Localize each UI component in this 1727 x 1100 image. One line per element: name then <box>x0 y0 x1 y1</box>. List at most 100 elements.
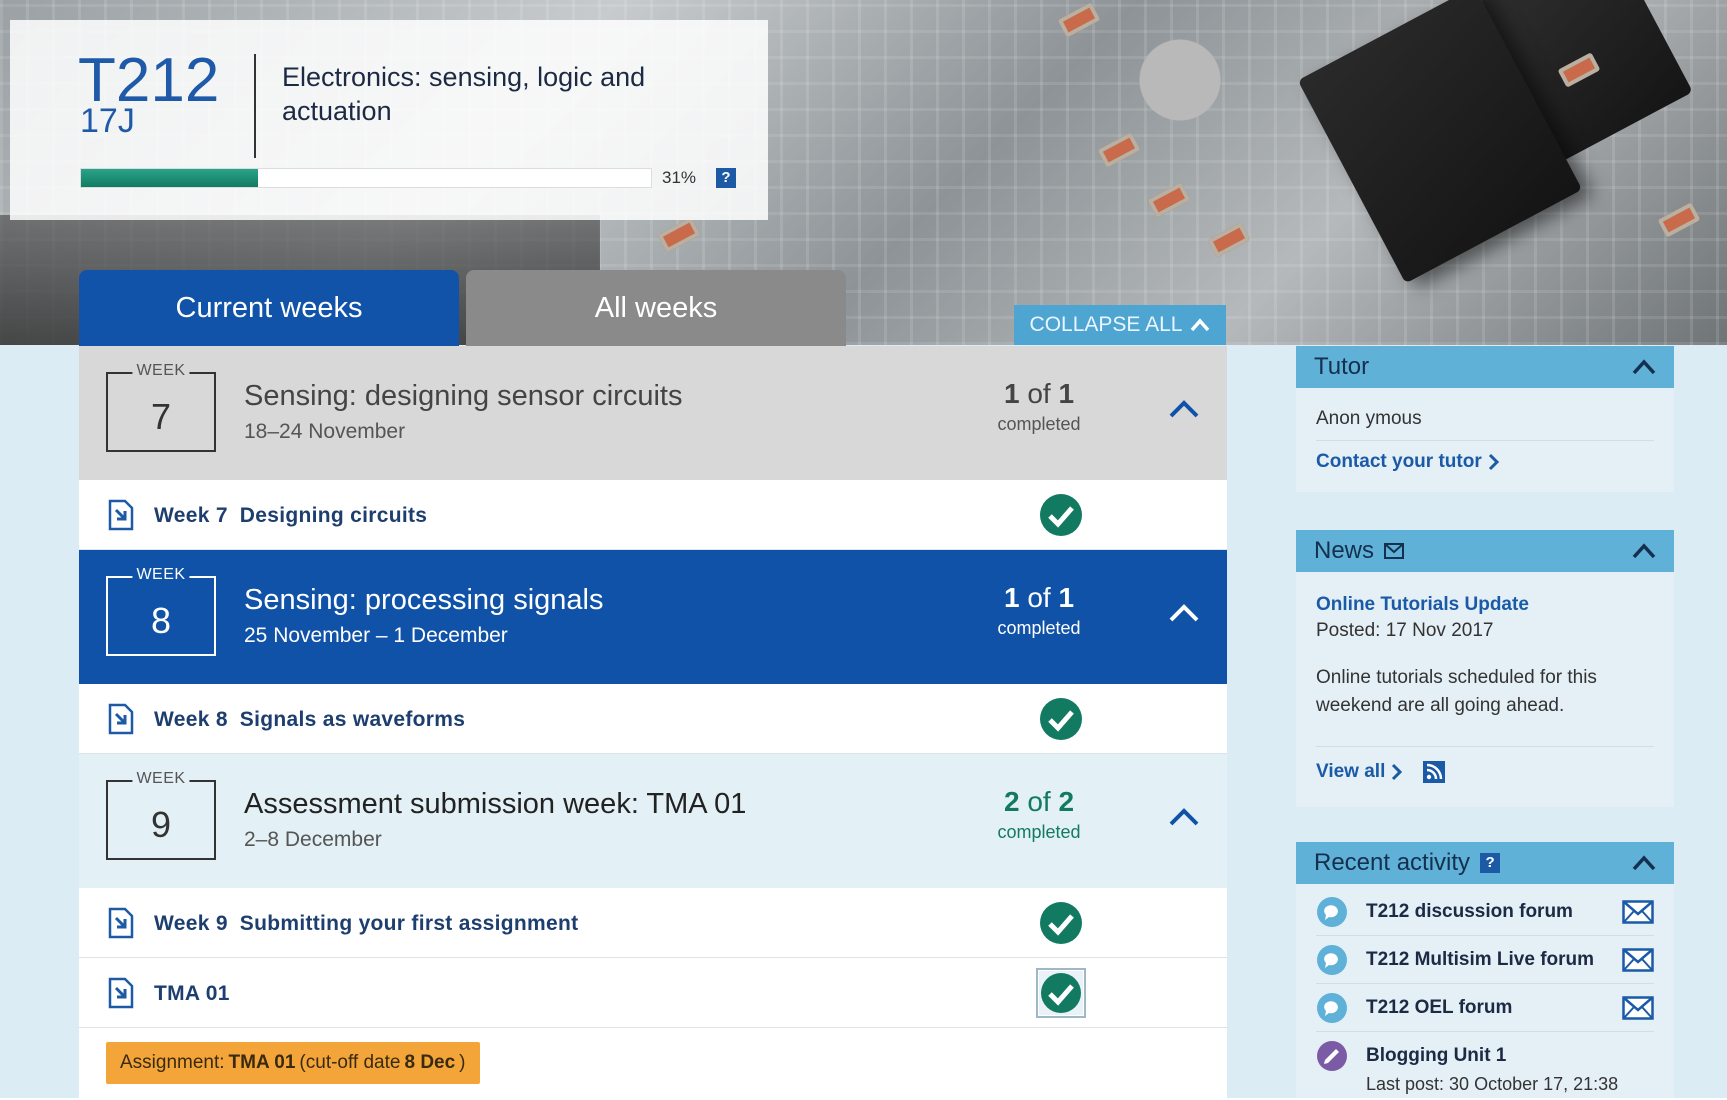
check-circle-icon[interactable] <box>1039 697 1083 741</box>
week-title: Assessment submission week: TMA 01 <box>244 788 747 820</box>
week-number: 8 <box>150 600 172 641</box>
progress-bar-fill <box>81 169 258 187</box>
week-header[interactable]: WEEK 9 Assessment submission week: TMA 0… <box>79 754 1227 888</box>
mail-icon[interactable] <box>1622 899 1654 924</box>
progress-help-icon[interactable]: ? <box>716 168 736 188</box>
week-progress-count: 1 of 1 <box>979 378 1099 410</box>
recent-activity-label: T212 discussion forum <box>1366 900 1573 922</box>
news-panel-header[interactable]: News <box>1296 530 1674 572</box>
week-title: Sensing: processing signals <box>244 584 604 616</box>
cutoff-date: 8 Dec <box>404 1052 456 1073</box>
component-graphic <box>1097 132 1141 168</box>
activity-week-label: Week 9 <box>154 912 228 935</box>
cutoff-prefix: (cut-off date <box>299 1052 401 1073</box>
collapse-all-button[interactable]: COLLAPSE ALL <box>1014 305 1226 345</box>
activity-week-label: Week 7 <box>154 504 228 527</box>
course-header-card: T212 17J Electronics: sensing, logic and… <box>10 20 768 220</box>
rss-feed-icon[interactable] <box>1423 761 1446 783</box>
course-presentation: 17J <box>80 102 135 140</box>
view-all-news-link[interactable]: View all <box>1316 761 1403 783</box>
check-circle-icon[interactable] <box>1039 901 1083 945</box>
assignment-badge[interactable]: Assignment: TMA 01 (cut-off date 8 Dec) <box>106 1042 480 1084</box>
news-posted-date: Posted: 17 Nov 2017 <box>1316 620 1494 641</box>
week-dates: 18–24 November <box>244 420 406 443</box>
assignment-name: TMA 01 <box>228 1052 296 1073</box>
news-body: Online tutorials scheduled for this week… <box>1316 667 1597 716</box>
document-arrow-icon <box>108 907 134 939</box>
recent-activity-item[interactable]: Blogging Unit 1 <box>1316 1032 1654 1080</box>
mail-icon[interactable] <box>1622 995 1654 1020</box>
document-arrow-icon <box>108 977 134 1009</box>
recent-activity-item[interactable]: T212 OEL forum <box>1316 984 1654 1032</box>
blog-icon <box>1317 1041 1347 1071</box>
recent-activity-item[interactable]: T212 discussion forum <box>1316 888 1654 936</box>
component-graphic <box>1207 222 1251 258</box>
chevron-right-icon <box>1488 453 1499 471</box>
activity-link[interactable]: Week 7 Designing circuits <box>154 504 427 528</box>
recent-activity-label: T212 Multisim Live forum <box>1366 948 1595 970</box>
check-circle-icon[interactable] <box>1039 493 1083 537</box>
envelope-icon[interactable] <box>1384 543 1405 559</box>
of-label: of <box>1027 582 1051 613</box>
forum-icon <box>1317 896 1347 927</box>
news-item-link[interactable]: Online Tutorials Update <box>1316 594 1654 616</box>
chevron-up-icon <box>1191 318 1210 332</box>
activity-row[interactable]: TMA 01 <box>79 958 1227 1028</box>
week-progress-count: 1 of 1 <box>979 582 1099 614</box>
week-progress-count: 2 of 2 <box>979 786 1099 818</box>
chevron-up-icon[interactable] <box>1167 398 1201 420</box>
recent-panel-header[interactable]: Recent activity ? <box>1296 842 1674 884</box>
week-total-count: 1 <box>1058 378 1075 409</box>
document-arrow-icon <box>108 703 134 735</box>
activity-row[interactable]: Week 9 Submitting your first assignment <box>79 888 1227 958</box>
check-circle-icon[interactable] <box>1036 968 1086 1018</box>
week-box-label: WEEK <box>132 362 190 380</box>
cutoff-suffix: ) <box>459 1052 466 1073</box>
activity-link[interactable]: Week 8 Signals as waveforms <box>154 708 465 732</box>
help-icon[interactable]: ? <box>1480 853 1501 873</box>
activity-row[interactable]: Week 8 Signals as waveforms <box>79 684 1227 754</box>
chevron-up-icon[interactable] <box>1632 855 1656 871</box>
week-dates: 25 November – 1 December <box>244 624 508 647</box>
week-title: Sensing: designing sensor circuits <box>244 380 683 412</box>
of-label: of <box>1027 378 1051 409</box>
tab-all-weeks[interactable]: All weeks <box>466 270 846 346</box>
activity-title: Designing circuits <box>239 504 428 527</box>
chevron-right-icon <box>1392 763 1403 781</box>
panel-title: Tutor <box>1314 353 1370 380</box>
week-done-count: 2 <box>1003 786 1020 817</box>
tab-current-weeks[interactable]: Current weeks <box>79 270 459 346</box>
progress-bar <box>80 168 652 188</box>
view-all-label: View all <box>1316 761 1386 782</box>
recent-activity-item[interactable]: T212 Multisim Live forum <box>1316 936 1654 984</box>
component-graphic <box>1057 2 1101 38</box>
contact-tutor-link[interactable]: Contact your tutor <box>1316 441 1654 473</box>
activity-link[interactable]: TMA 01 <box>154 982 230 1006</box>
chevron-up-icon[interactable] <box>1167 806 1201 828</box>
week-header[interactable]: WEEK 8 Sensing: processing signals 25 No… <box>79 550 1227 684</box>
forum-icon <box>1317 944 1347 975</box>
tutor-name: Anon ymous <box>1316 398 1654 441</box>
chevron-up-icon[interactable] <box>1632 359 1656 375</box>
document-arrow-icon <box>108 499 134 531</box>
course-title: Electronics: sensing, logic and actuatio… <box>282 62 646 126</box>
forum-icon <box>1317 992 1347 1023</box>
week-box-label: WEEK <box>132 566 190 584</box>
chevron-up-icon[interactable] <box>1167 602 1201 624</box>
chevron-up-icon[interactable] <box>1632 543 1656 559</box>
activity-link[interactable]: Week 9 Submitting your first assignment <box>154 912 578 936</box>
tutor-panel: Tutor Anon ymous Contact your tutor <box>1296 346 1674 492</box>
tutor-panel-header[interactable]: Tutor <box>1296 346 1674 388</box>
week-number-box: WEEK 7 <box>106 362 216 452</box>
week-done-count: 1 <box>1003 378 1020 409</box>
activity-title: Signals as waveforms <box>239 708 466 731</box>
recent-activity-panel: Recent activity ? T212 discussion forum <box>1296 842 1674 1100</box>
component-graphic <box>657 217 701 253</box>
divider <box>254 54 256 158</box>
week-done-count: 1 <box>1003 582 1020 613</box>
week-number-box: WEEK 9 <box>106 770 216 860</box>
activity-row[interactable]: Week 7 Designing circuits <box>79 480 1227 550</box>
activity-title: TMA 01 <box>154 982 230 1005</box>
week-header[interactable]: WEEK 7 Sensing: designing sensor circuit… <box>79 346 1227 480</box>
mail-icon[interactable] <box>1622 947 1654 972</box>
